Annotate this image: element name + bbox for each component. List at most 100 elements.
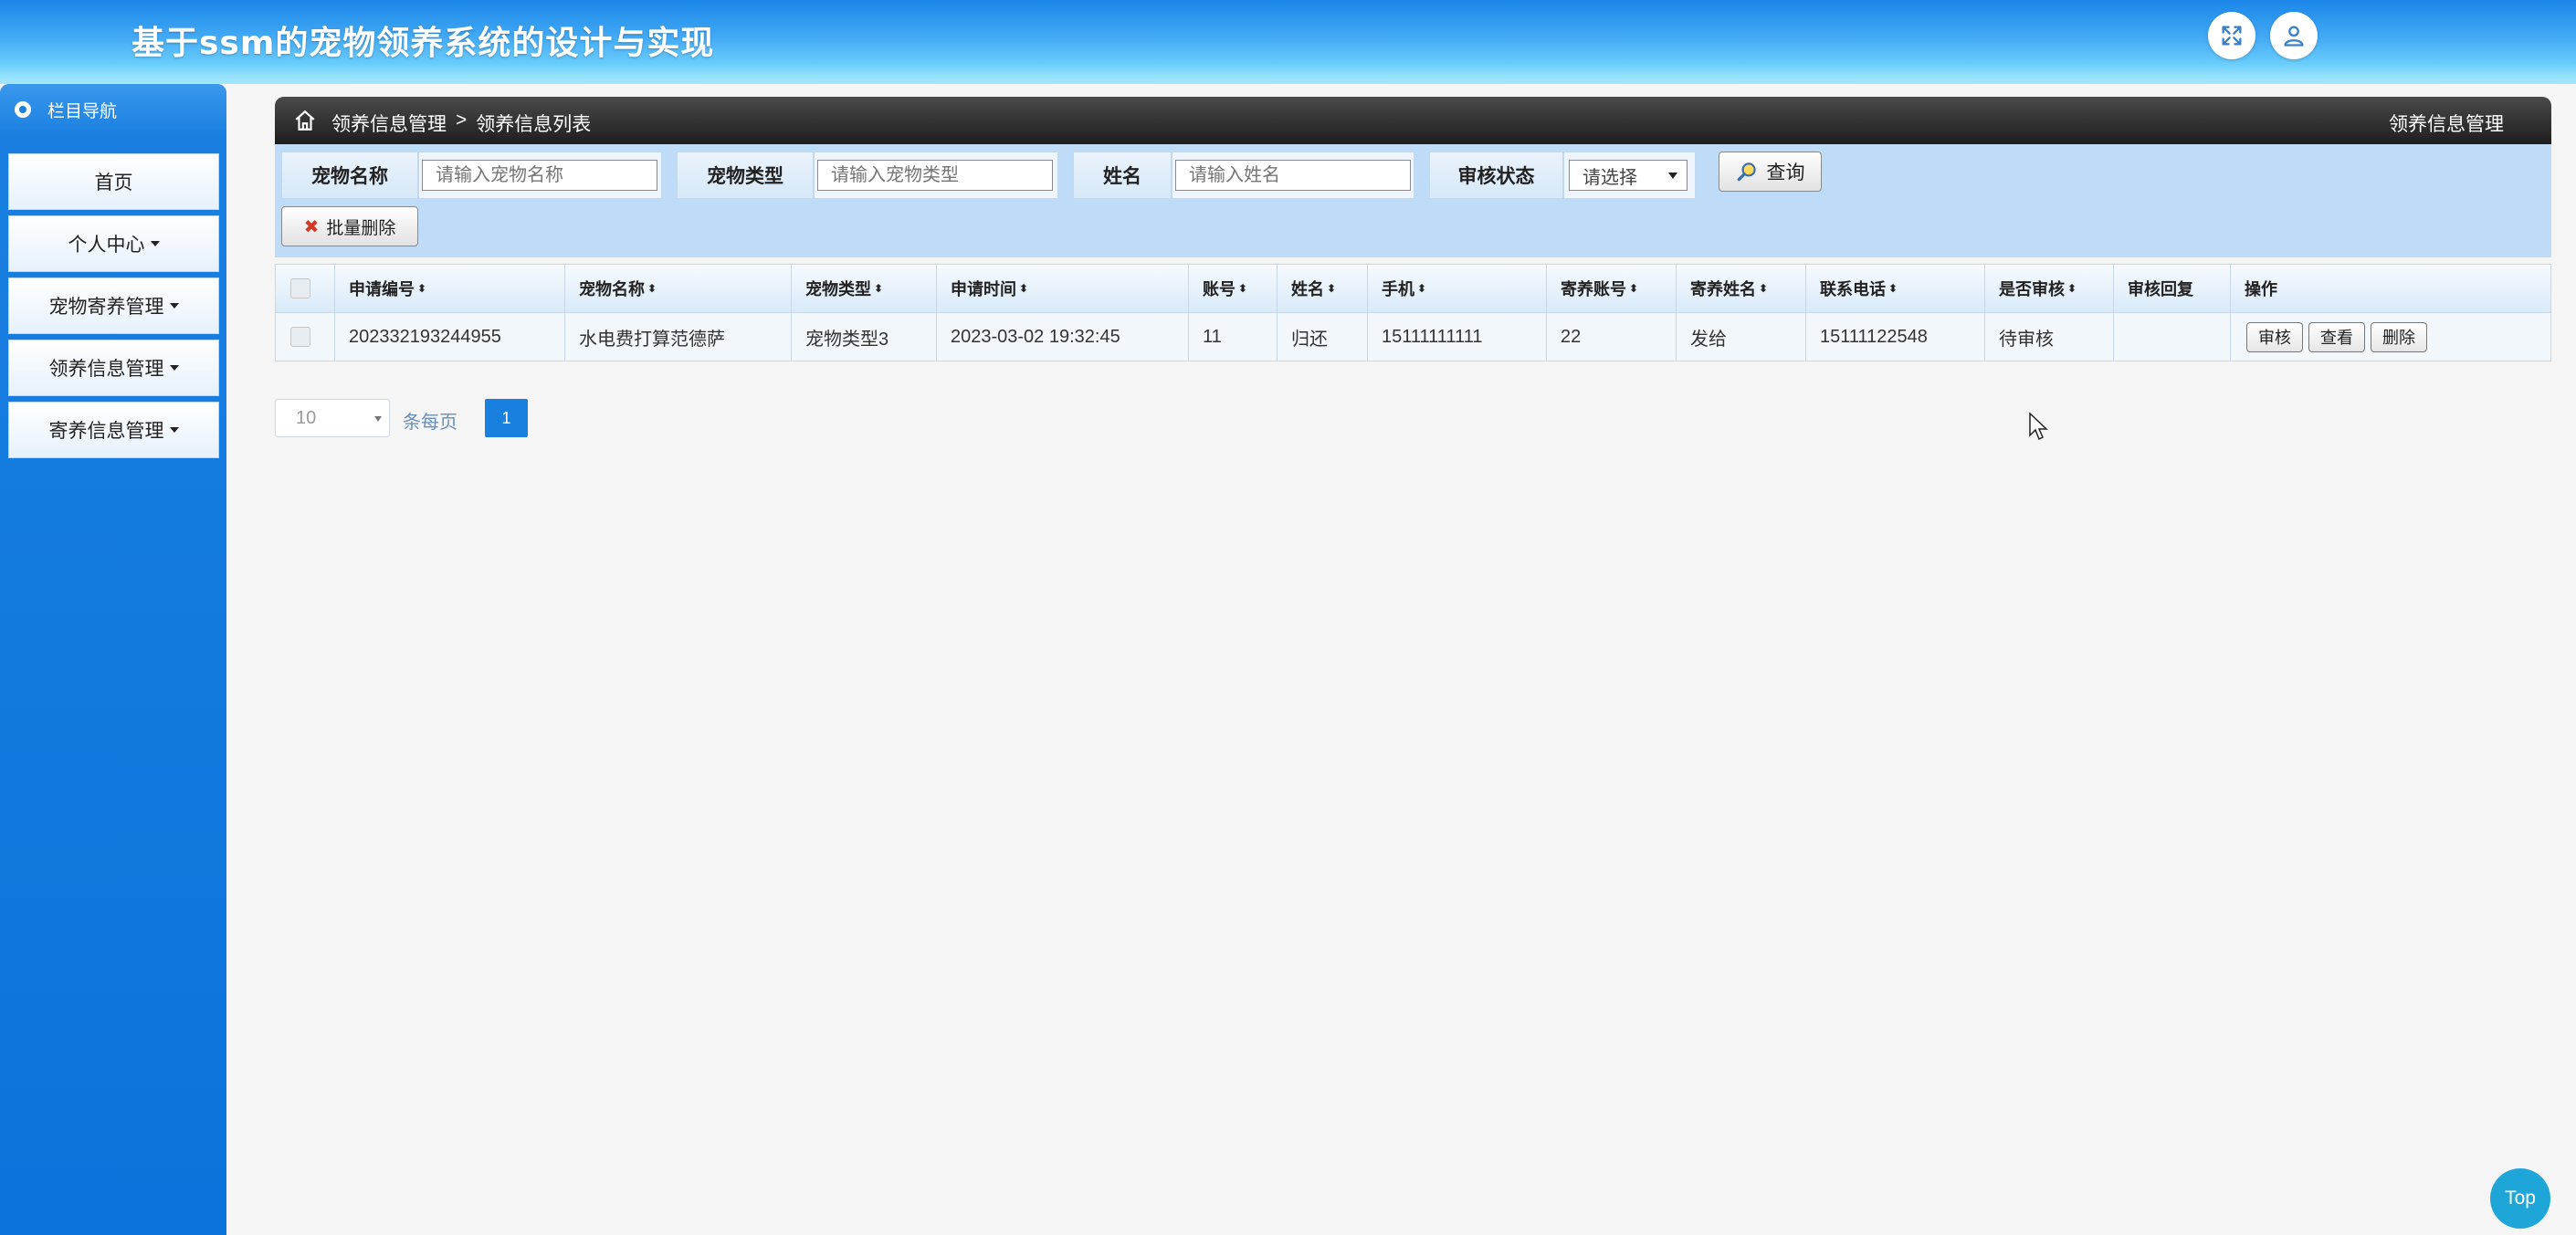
sort-icon: ⬍ [1629, 281, 1639, 295]
name-label: 姓名 [1073, 152, 1172, 199]
sort-icon: ⬍ [2067, 281, 2077, 295]
pet-type-input[interactable] [817, 160, 1053, 191]
back-to-top-button[interactable]: Top [2490, 1168, 2550, 1229]
name-label-text: 姓名 [1103, 166, 1141, 187]
table-cell: 11 [1189, 313, 1277, 361]
page-title: 领养信息管理 [2389, 114, 2504, 135]
page-size-value: 10 [296, 407, 317, 428]
col-header[interactable]: 申请时间 ⬍ [937, 265, 1189, 312]
col-header[interactable]: 姓名 ⬍ [1277, 265, 1368, 312]
table-cell: 22 [1547, 313, 1677, 361]
col-header[interactable]: 寄养姓名 ⬍ [1677, 265, 1806, 312]
table-header: 申请编号 ⬍ 宠物名称 ⬍ 宠物类型 ⬍ 申请时间 ⬍ 账号 ⬍ 姓名 ⬍ 手机 ⬍ 寄养账号… [276, 265, 2550, 313]
col-header[interactable]: 宠物名称 ⬍ [565, 265, 792, 312]
sort-icon: ⬍ [1759, 281, 1769, 295]
breadcrumb-parent[interactable]: 领养信息管理 [331, 110, 447, 137]
col-header-label: 审核回复 [2128, 280, 2193, 298]
audit-status-selected: 请选择 [1582, 167, 1637, 188]
select-all-checkbox[interactable] [290, 278, 310, 298]
mouse-cursor-icon [2029, 413, 2048, 441]
expand-arrows-icon[interactable] [2208, 12, 2255, 59]
table-cell: 15111122548 [1806, 313, 1985, 361]
top-header: 基于ssm的宠物领养系统的设计与实现 [0, 0, 2576, 84]
col-header-label: 申请时间 [951, 280, 1016, 298]
pet-type-label-text: 宠物类型 [707, 166, 783, 187]
nav-bullet-icon [15, 101, 31, 118]
sidebar-item-label: 领养信息管理 [48, 359, 164, 380]
pet-name-field-wrap [418, 152, 662, 199]
sort-icon: ⬍ [874, 281, 884, 295]
adoption-table: 申请编号 ⬍ 宠物名称 ⬍ 宠物类型 ⬍ 申请时间 ⬍ 账号 ⬍ 姓名 ⬍ 手机 ⬍ 寄养账号… [275, 264, 2551, 361]
per-page-label: 条每页 [403, 413, 457, 433]
sidebar-item-home[interactable]: 首页 [8, 153, 219, 210]
col-header: 操作 [2231, 265, 2550, 312]
view-button[interactable]: 查看 [2308, 321, 2365, 352]
sidebar-item-adoption-info[interactable]: 领养信息管理 [8, 340, 219, 396]
pet-name-input[interactable] [422, 160, 657, 191]
col-header[interactable]: 手机 ⬍ [1368, 265, 1547, 312]
table-cell: 待审核 [1985, 313, 2114, 361]
sidebar-item-boarding-info[interactable]: 寄养信息管理 [8, 402, 219, 458]
col-header-label: 账号 [1203, 280, 1235, 298]
batch-delete-label: 批量删除 [326, 218, 396, 238]
audit-status-label-text: 审核状态 [1457, 166, 1535, 187]
sort-icon: ⬍ [1327, 281, 1337, 295]
dropdown-arrow-icon [374, 416, 382, 422]
query-button[interactable]: 查询 [1719, 152, 1822, 192]
page-number-button[interactable]: 1 [485, 399, 528, 437]
sidebar-item-label: 首页 [94, 173, 133, 194]
dropdown-arrow-icon [1668, 173, 1677, 179]
sidebar-item-pet-boarding[interactable]: 宠物寄养管理 [8, 277, 219, 334]
sidebar-item-label: 个人中心 [68, 235, 145, 256]
pet-type-label: 宠物类型 [677, 152, 814, 199]
sort-icon: ⬍ [1417, 281, 1427, 295]
col-header-label: 寄养账号 [1561, 280, 1626, 298]
table-cell: 202332193244955 [335, 313, 565, 361]
home-icon[interactable] [293, 109, 317, 132]
breadcrumb-separator: > [456, 110, 468, 131]
caret-down-icon [169, 303, 179, 309]
table-row: 202332193244955 水电费打算范德萨 宠物类型3 2023-03-0… [276, 313, 2550, 361]
col-header[interactable]: 寄养账号 ⬍ [1547, 265, 1677, 312]
name-input[interactable] [1175, 160, 1411, 191]
col-header-label: 联系电话 [1820, 280, 1886, 298]
col-header-label: 操作 [2245, 280, 2277, 298]
table-cell [2114, 313, 2231, 361]
row-checkbox[interactable] [290, 327, 310, 347]
pet-type-field-wrap [814, 152, 1058, 199]
user-icon[interactable] [2270, 12, 2318, 59]
col-header[interactable]: 账号 ⬍ [1189, 265, 1277, 312]
app-title: 基于ssm的宠物领养系统的设计与实现 [131, 25, 715, 62]
table-cell: 发给 [1677, 313, 1806, 361]
batch-delete-button[interactable]: ✖ 批量删除 [281, 206, 418, 246]
table-cell: 归还 [1277, 313, 1368, 361]
magnifier-icon [1737, 162, 1756, 182]
col-header[interactable]: 联系电话 ⬍ [1806, 265, 1985, 312]
audit-status-field-wrap: 请选择 [1563, 152, 1696, 199]
page-size-select[interactable]: 10 [275, 399, 390, 437]
row-select-cell [276, 313, 335, 361]
sidebar-header: 栏目导航 [0, 84, 226, 135]
sidebar-item-label: 寄养信息管理 [48, 421, 164, 442]
actions-cell: 审核 查看 删除 [2231, 313, 2550, 361]
select-all-cell [276, 265, 335, 312]
audit-status-select[interactable]: 请选择 [1569, 160, 1688, 191]
sidebar-title: 栏目导航 [47, 101, 118, 121]
col-header[interactable]: 宠物类型 ⬍ [792, 265, 937, 312]
sidebar: 栏目导航 首页 个人中心 宠物寄养管理 领养信息管理 寄养信息管理 [0, 84, 226, 1235]
col-header: 审核回复 [2114, 265, 2231, 312]
caret-down-icon [169, 365, 179, 371]
delete-x-icon: ✖ [303, 216, 320, 237]
table-cell: 2023-03-02 19:32:45 [937, 313, 1189, 361]
col-header-label: 申请编号 [349, 280, 415, 298]
pet-name-label: 宠物名称 [281, 152, 418, 199]
delete-button[interactable]: 删除 [2371, 321, 2427, 352]
sidebar-item-personal-center[interactable]: 个人中心 [8, 215, 219, 272]
table-cell: 宠物类型3 [792, 313, 937, 361]
col-header[interactable]: 申请编号 ⬍ [335, 265, 565, 312]
sort-icon: ⬍ [1888, 281, 1898, 295]
col-header-label: 姓名 [1291, 280, 1324, 298]
audit-button[interactable]: 审核 [2246, 321, 2303, 352]
sort-icon: ⬍ [647, 281, 657, 295]
col-header[interactable]: 是否审核 ⬍ [1985, 265, 2114, 312]
